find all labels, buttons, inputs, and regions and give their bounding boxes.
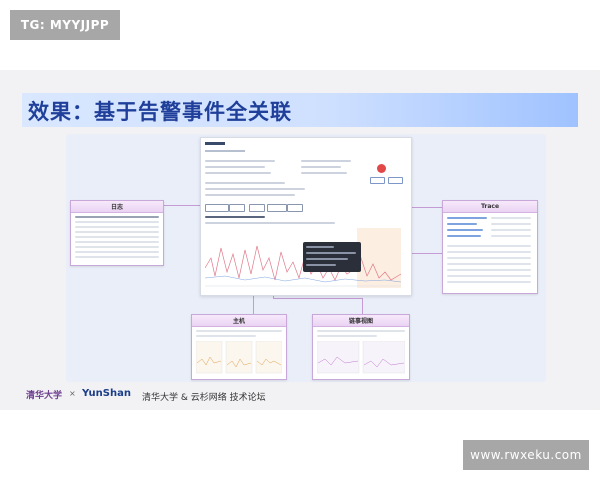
network-charts <box>317 341 405 374</box>
log-panel-title: 日志 <box>71 201 163 213</box>
watermark-bottom: www.rwxeku.com <box>463 440 589 470</box>
tab-1[interactable] <box>205 204 229 212</box>
action-button-2[interactable] <box>388 177 403 184</box>
yunshan-logo: YunShan <box>82 388 131 399</box>
connector-trace <box>410 207 442 208</box>
panel-heading <box>205 142 225 145</box>
times-symbol: × <box>69 389 76 398</box>
watermark-top: TG: MYYJJPP <box>10 10 120 40</box>
host-panel-title: 主机 <box>192 315 286 327</box>
network-panel-title: 链事视图 <box>313 315 409 327</box>
tab-3[interactable] <box>249 204 265 212</box>
network-panel[interactable]: 链事视图 <box>312 314 410 380</box>
footer-caption: 清华大学 & 云杉网络 技术论坛 <box>142 393 266 403</box>
host-panel[interactable]: 主机 <box>191 314 287 380</box>
tab-2[interactable] <box>229 204 245 212</box>
trace-panel[interactable]: Trace <box>442 200 538 294</box>
connector-network-h <box>273 298 363 299</box>
connector-network-v2 <box>362 298 363 315</box>
breadcrumb <box>205 150 245 152</box>
trace-panel-title: Trace <box>443 201 537 213</box>
tab-5[interactable] <box>287 204 303 212</box>
log-panel[interactable]: 日志 <box>70 200 164 266</box>
alert-severity-icon <box>377 164 386 173</box>
tab-4[interactable] <box>267 204 287 212</box>
action-button-1[interactable] <box>370 177 385 184</box>
host-charts <box>196 341 282 374</box>
slide-title: 效果：基于告警事件全关联 <box>28 100 292 124</box>
chart-tooltip <box>303 242 361 272</box>
alert-detail-panel <box>200 137 412 296</box>
tsinghua-logo: 清华大学 <box>26 391 63 401</box>
